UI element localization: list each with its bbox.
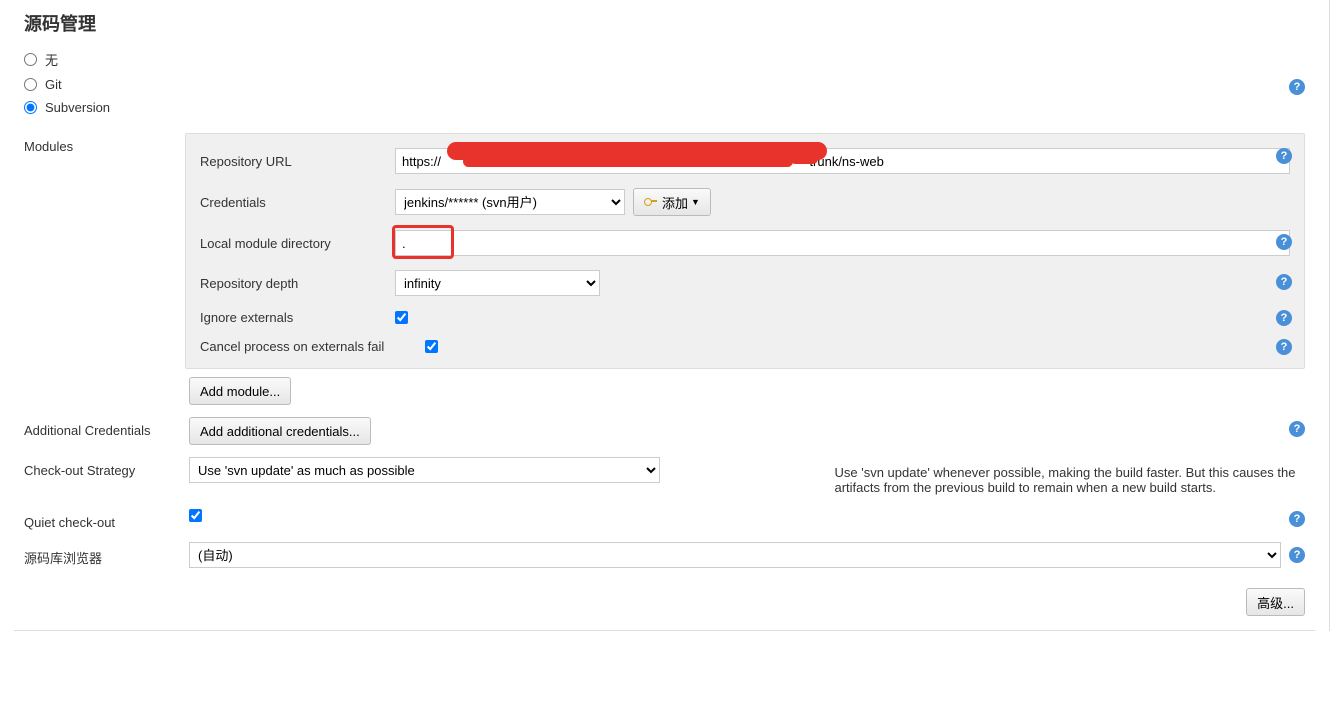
help-icon[interactable]: ? <box>1276 339 1292 355</box>
chevron-down-icon: ▼ <box>691 197 700 207</box>
add-module-button[interactable]: Add module... <box>189 377 291 405</box>
checkout-strategy-select[interactable]: Use 'svn update' as much as possible <box>189 457 660 483</box>
repo-url-label: Repository URL <box>200 154 395 169</box>
credentials-select[interactable]: jenkins/****** (svn用户) <box>395 189 625 215</box>
help-icon[interactable]: ? <box>1289 547 1305 563</box>
checkout-strategy-desc: Use 'svn update' whenever possible, maki… <box>825 457 1306 495</box>
local-dir-label: Local module directory <box>200 236 395 251</box>
quiet-checkout-label: Quiet check-out <box>24 509 189 530</box>
scm-label-subversion: Subversion <box>45 100 110 115</box>
help-icon[interactable]: ? <box>1276 310 1292 326</box>
scm-label-none: 无 <box>45 50 58 69</box>
additional-credentials-label: Additional Credentials <box>24 417 189 438</box>
add-additional-credentials-button[interactable]: Add additional credentials... <box>189 417 371 445</box>
repo-browser-select[interactable]: (自动) <box>189 542 1281 568</box>
help-icon[interactable]: ? <box>1276 274 1292 290</box>
add-credentials-button[interactable]: 添加 ▼ <box>633 188 711 216</box>
ignore-externals-checkbox[interactable] <box>395 311 408 324</box>
key-icon <box>644 197 658 207</box>
scm-label-git: Git <box>45 77 62 92</box>
cancel-externals-label: Cancel process on externals fail <box>200 339 425 354</box>
scm-radio-subversion[interactable] <box>24 101 37 114</box>
modules-label: Modules <box>24 133 189 154</box>
cancel-externals-checkbox[interactable] <box>425 340 438 353</box>
scm-radio-git[interactable] <box>24 78 37 91</box>
scm-radio-group: 无 Git Subversion <box>0 50 1329 133</box>
advanced-button[interactable]: 高级... <box>1246 588 1305 616</box>
help-icon[interactable]: ? <box>1276 148 1292 164</box>
scm-radio-none[interactable] <box>24 53 37 66</box>
help-icon[interactable]: ? <box>1276 234 1292 250</box>
help-icon[interactable]: ? <box>1289 421 1305 437</box>
quiet-checkout-checkbox[interactable] <box>189 509 202 522</box>
local-dir-input[interactable] <box>395 230 1290 256</box>
redaction-mark <box>463 156 793 167</box>
credentials-label: Credentials <box>200 195 395 210</box>
help-icon[interactable]: ? <box>1289 511 1305 527</box>
repo-depth-label: Repository depth <box>200 276 395 291</box>
checkout-strategy-label: Check-out Strategy <box>24 457 189 478</box>
modules-panel: Repository URL ? Credentials jenkins/***… <box>185 133 1305 369</box>
add-credentials-label: 添加 <box>662 193 688 212</box>
repo-browser-label: 源码库浏览器 <box>24 542 189 567</box>
ignore-externals-label: Ignore externals <box>200 310 395 325</box>
repo-depth-select[interactable]: infinity <box>395 270 600 296</box>
help-icon[interactable]: ? <box>1289 79 1305 95</box>
section-title-scm: 源码管理 <box>0 0 1329 50</box>
redaction-mark <box>790 154 818 164</box>
